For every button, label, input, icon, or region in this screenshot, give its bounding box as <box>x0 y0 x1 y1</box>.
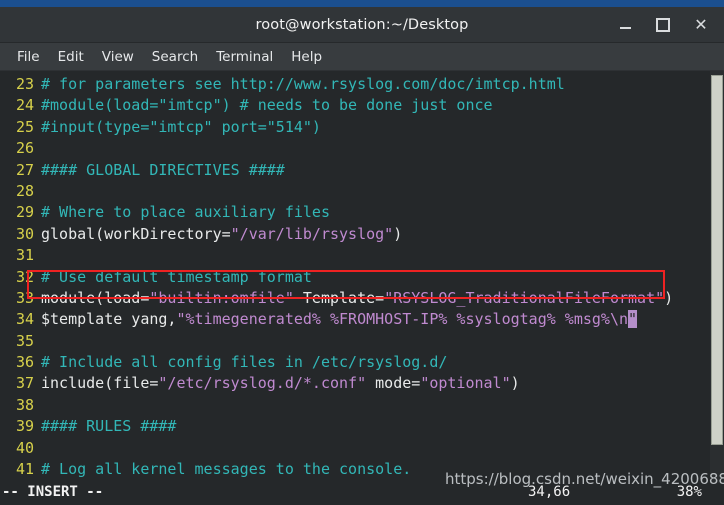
code-segment: include(file= <box>41 374 159 393</box>
line-number: 40 <box>15 438 34 457</box>
editor-line[interactable]: 33 module(load="builtin:omfile" Template=… <box>2 288 710 309</box>
editor-line[interactable]: 28 <box>2 181 710 202</box>
text-cursor: " <box>628 310 638 329</box>
code-segment: # Include all config files in /etc/rsysl… <box>41 353 448 372</box>
editor-line[interactable]: 37 include(file="/etc/rsyslog.d/*.conf" m… <box>2 373 710 394</box>
terminal-window: root@workstation:~/Desktop ✕ File Edit Vie… <box>0 7 724 505</box>
line-number: 37 <box>15 374 34 393</box>
code-segment: $template yang, <box>41 310 177 329</box>
editor-line[interactable]: 35 <box>2 331 710 352</box>
menu-bar: File Edit View Search Terminal Help <box>0 43 724 71</box>
editor-line[interactable]: 24 #module(load="imtcp") # needs to be do… <box>2 95 710 116</box>
code-segment: ) <box>510 374 520 393</box>
code-segment: #input(type="imtcp" port="514") <box>41 117 321 136</box>
status-file-percent: 38% <box>676 484 702 500</box>
menu-item-search[interactable]: Search <box>143 46 207 68</box>
menu-item-terminal[interactable]: Terminal <box>207 46 282 68</box>
editor-line[interactable]: 32 # Use default timestamp format <box>2 267 710 288</box>
line-number: 35 <box>15 331 34 350</box>
line-number: 33 <box>15 288 34 307</box>
editor-line[interactable]: 25 #input(type="imtcp" port="514") <box>2 117 710 138</box>
editor-line[interactable]: 26 <box>2 138 710 159</box>
line-number: 41 <box>15 460 34 479</box>
terminal-viewport[interactable]: 23 # for parameters see http://www.rsyslo… <box>0 71 724 483</box>
code-segment: Template= <box>293 288 385 307</box>
editor-line[interactable]: 23 # for parameters see http://www.rsyslo… <box>2 74 710 95</box>
code-segment: # Use default timestamp format <box>41 267 312 286</box>
editor-line[interactable]: 30 global(workDirectory="/var/lib/rsyslog… <box>2 224 710 245</box>
code-segment: #### RULES #### <box>41 417 177 436</box>
vim-status-bar: -- INSERT -- 34,66 38% <box>0 483 724 505</box>
code-segment: ) <box>393 224 403 243</box>
editor-line[interactable]: 39 #### RULES #### <box>2 416 710 437</box>
line-number: 23 <box>15 75 34 93</box>
line-number: 26 <box>15 139 34 158</box>
editor-line[interactable]: 34 $template yang,"%timegenerated% %FROMH… <box>2 309 710 330</box>
scrollbar-track[interactable] <box>710 71 724 483</box>
maximize-icon <box>656 18 670 32</box>
editor-line[interactable]: 38 <box>2 395 710 416</box>
menu-item-edit[interactable]: Edit <box>49 46 93 68</box>
line-number: 32 <box>15 267 34 286</box>
menu-item-view[interactable]: View <box>93 46 143 68</box>
code-segment: mode= <box>366 374 421 393</box>
window-titlebar[interactable]: root@workstation:~/Desktop ✕ <box>0 7 724 43</box>
code-segment: "RSYSLOG_TraditionalFileFormat" <box>384 288 665 307</box>
minimize-button[interactable] <box>612 12 638 38</box>
close-icon: ✕ <box>694 15 708 34</box>
menu-item-help[interactable]: Help <box>282 46 331 68</box>
code-segment: "%timegenerated% %FROMHOST-IP% %syslogta… <box>176 310 629 329</box>
line-number: 34 <box>15 310 34 329</box>
line-number: 30 <box>15 224 34 243</box>
code-segment: "builtin:omfile" <box>149 288 294 307</box>
code-segment: "optional" <box>420 374 511 393</box>
editor-text-area[interactable]: 23 # for parameters see http://www.rsyslo… <box>0 71 710 483</box>
code-segment: # for parameters see http://www.rsyslog.… <box>41 75 565 93</box>
editor-line[interactable]: 40 <box>2 438 710 459</box>
editor-line[interactable]: 27 #### GLOBAL DIRECTIVES #### <box>2 160 710 181</box>
code-segment: global(workDirectory= <box>41 224 231 243</box>
line-number: 29 <box>15 203 34 222</box>
code-segment: # Where to place auxiliary files <box>41 203 330 222</box>
status-cursor-position: 34,66 <box>528 484 571 500</box>
line-number: 28 <box>15 181 34 200</box>
line-number: 27 <box>15 160 34 179</box>
scrollbar-thumb[interactable] <box>711 75 723 445</box>
menu-item-file[interactable]: File <box>8 46 49 68</box>
code-segment: #### GLOBAL DIRECTIVES #### <box>41 160 285 179</box>
minimize-icon <box>619 27 631 29</box>
desktop-background-strip <box>0 0 724 7</box>
line-number: 25 <box>15 117 34 136</box>
close-button[interactable]: ✕ <box>688 12 714 38</box>
maximize-button[interactable] <box>650 12 676 38</box>
editor-line[interactable]: 31 <box>2 245 710 266</box>
line-number: 36 <box>15 353 34 372</box>
editor-line[interactable]: 41 # Log all kernel messages to the conso… <box>2 459 710 480</box>
line-number: 24 <box>15 96 34 115</box>
line-number: 39 <box>15 417 34 436</box>
code-segment: #module(load="imtcp") # needs to be done… <box>41 96 493 115</box>
line-number: 31 <box>15 246 34 265</box>
editor-line[interactable]: 36 # Include all config files in /etc/rsy… <box>2 352 710 373</box>
editor-line[interactable]: 29 # Where to place auxiliary files <box>2 202 710 223</box>
code-segment: ) <box>664 288 674 307</box>
line-number: 38 <box>15 395 34 414</box>
code-segment: "/etc/rsyslog.d/*.conf" <box>158 374 367 393</box>
status-mode-label: -- INSERT -- <box>2 484 104 500</box>
code-segment: module(load= <box>41 288 150 307</box>
code-segment: # Log all kernel messages to the console… <box>41 460 412 479</box>
code-segment: "/var/lib/rsyslog" <box>230 224 394 243</box>
